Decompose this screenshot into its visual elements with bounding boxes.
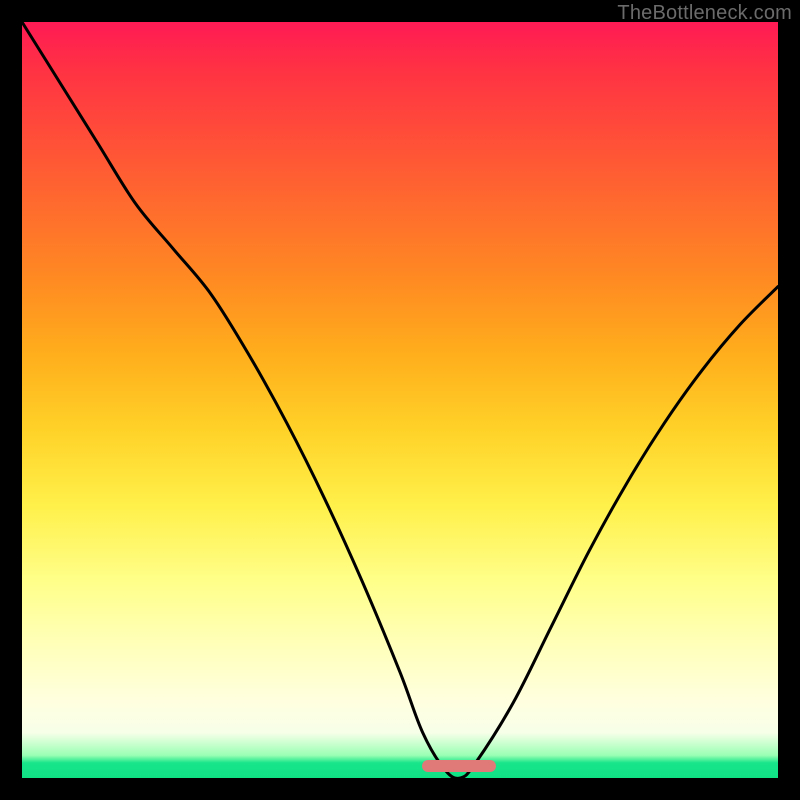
curve-svg (22, 22, 778, 778)
bottleneck-curve-path (22, 22, 778, 778)
plot-area (22, 22, 778, 778)
chart-frame: TheBottleneck.com (0, 0, 800, 800)
optimal-range-marker (422, 760, 496, 772)
